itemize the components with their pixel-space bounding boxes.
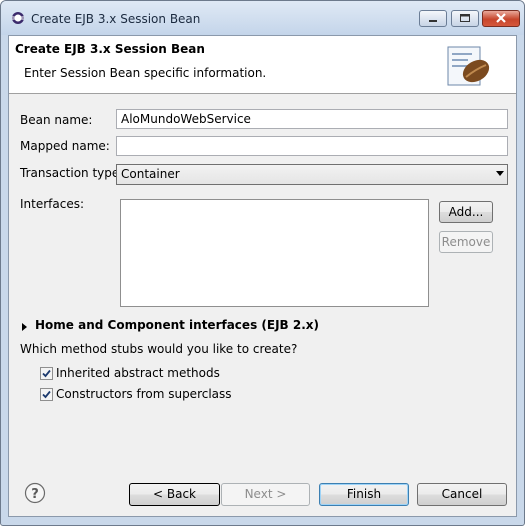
chevron-down-icon — [496, 171, 504, 176]
maximize-icon — [460, 14, 470, 22]
minimize-button[interactable] — [419, 10, 447, 27]
constructors-from-superclass-label[interactable]: Constructors from superclass — [56, 387, 232, 401]
next-button[interactable]: Next > — [221, 483, 310, 506]
banner-title: Create EJB 3.x Session Bean — [15, 42, 205, 56]
remove-interface-button[interactable]: Remove — [439, 231, 493, 253]
expand-arrow-icon[interactable] — [22, 323, 27, 331]
minimize-icon — [429, 20, 437, 22]
finish-button[interactable]: Finish — [319, 483, 409, 506]
mapped-name-label: Mapped name: — [20, 139, 110, 153]
wizard-banner: Create EJB 3.x Session Bean Enter Sessio… — [9, 36, 516, 94]
method-stubs-question: Which method stubs would you like to cre… — [20, 342, 298, 356]
help-icon[interactable]: ? — [24, 482, 46, 504]
dialog-client-area: Create EJB 3.x Session Bean Enter Sessio… — [8, 35, 517, 517]
svg-text:?: ? — [31, 487, 39, 502]
transaction-type-label: Transaction type: — [20, 166, 124, 180]
checkmark-icon — [42, 369, 51, 378]
transaction-type-value: Container — [121, 167, 180, 181]
maximize-button[interactable] — [451, 10, 479, 27]
session-bean-icon — [447, 46, 490, 86]
inherited-abstract-methods-checkbox[interactable] — [40, 367, 53, 380]
window-title: Create EJB 3.x Session Bean — [31, 12, 201, 26]
close-button[interactable] — [482, 10, 520, 27]
interfaces-label: Interfaces: — [20, 197, 85, 211]
close-icon — [496, 13, 506, 23]
home-component-interfaces-section[interactable]: Home and Component interfaces (EJB 2.x) — [35, 318, 319, 332]
cancel-button[interactable]: Cancel — [417, 483, 507, 506]
banner-description: Enter Session Bean specific information. — [24, 66, 267, 80]
bean-name-input[interactable]: AloMundoWebService — [116, 109, 508, 129]
mapped-name-input[interactable] — [116, 136, 508, 156]
bean-name-label: Bean name: — [20, 113, 93, 127]
checkmark-icon — [42, 390, 51, 399]
eclipse-icon — [12, 12, 24, 24]
transaction-type-select[interactable]: Container — [116, 164, 508, 185]
back-button[interactable]: < Back — [129, 483, 220, 506]
interfaces-list[interactable] — [120, 199, 429, 307]
constructors-from-superclass-checkbox[interactable] — [40, 388, 53, 401]
dialog-window: Create EJB 3.x Session Bean Create EJB 3… — [0, 0, 525, 526]
add-interface-button[interactable]: Add... — [439, 201, 493, 223]
inherited-abstract-methods-label[interactable]: Inherited abstract methods — [56, 366, 220, 380]
title-bar[interactable]: Create EJB 3.x Session Bean — [1, 1, 524, 35]
